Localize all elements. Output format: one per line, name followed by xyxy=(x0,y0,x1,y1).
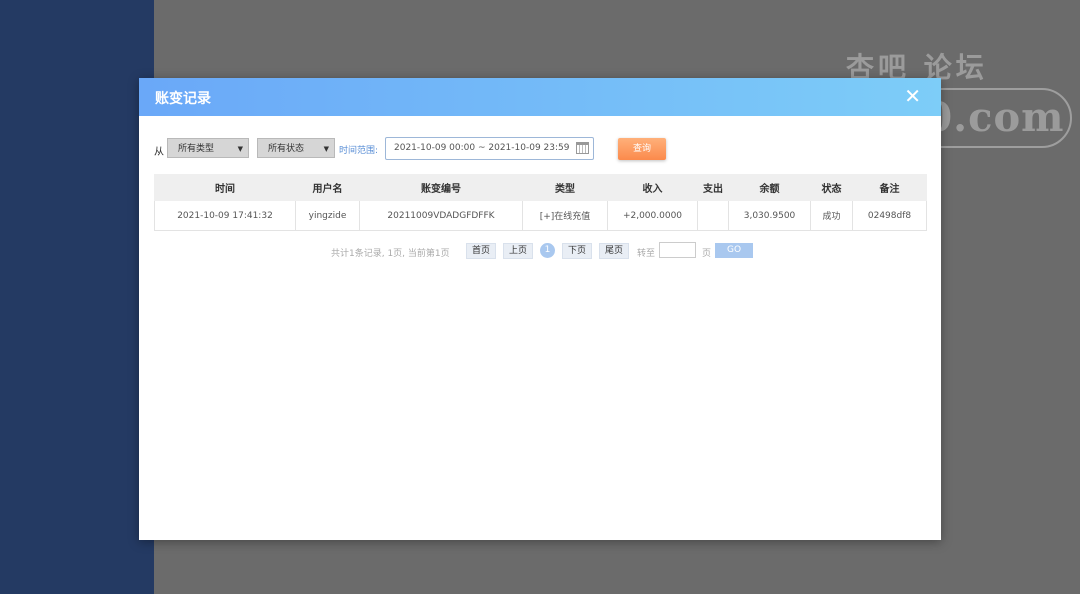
account-change-modal: 账变记录 ✕ 从 所有类型 ▼ 所有状态 ▼ 时间范围: 2021-10-09 … xyxy=(139,78,941,540)
column-header: 支出 xyxy=(697,174,729,201)
status-select-value: 所有状态 xyxy=(268,144,305,154)
records-table: 时间 用户名 账变编号 类型 收入 支出 余额 状态 备注 2021-10-09… xyxy=(154,174,927,231)
cell-balance: 3,030.9500 xyxy=(728,200,811,231)
type-select-value: 所有类型 xyxy=(178,144,215,154)
calendar-icon[interactable] xyxy=(576,142,589,154)
column-header: 时间 xyxy=(154,174,296,201)
cell-username: yingzide xyxy=(295,200,360,231)
column-header: 状态 xyxy=(810,174,853,201)
type-select[interactable]: 所有类型 ▼ xyxy=(167,138,249,158)
cell-status: 成功 xyxy=(810,200,853,231)
page-unit-label: 页 xyxy=(702,249,712,259)
last-page-button[interactable]: 尾页 xyxy=(599,243,630,259)
modal-title: 账变记录 xyxy=(155,91,211,107)
date-range-value: 2021-10-09 00:00 ~ 2021-10-09 23:59 xyxy=(394,143,570,153)
cell-type: [+]在线充值 xyxy=(522,200,608,231)
column-header: 类型 xyxy=(522,174,608,201)
cell-time: 2021-10-09 17:41:32 xyxy=(154,200,296,231)
jump-label: 转至 xyxy=(637,249,656,259)
dropdown-arrow-icon: ▼ xyxy=(237,145,243,153)
time-range-label: 时间范围: xyxy=(339,146,379,156)
background-sidebar xyxy=(0,0,154,594)
from-label: 从 xyxy=(154,147,164,158)
column-header: 账变编号 xyxy=(359,174,523,201)
column-header: 收入 xyxy=(607,174,698,201)
cell-remark: 02498df8 xyxy=(852,200,927,231)
cell-expense xyxy=(697,200,729,231)
table-header-row: 时间 用户名 账变编号 类型 收入 支出 余额 状态 备注 xyxy=(154,174,927,201)
query-button[interactable]: 查询 xyxy=(618,138,666,160)
current-page-number[interactable]: 1 xyxy=(540,243,555,258)
pagination: 共计1条记录, 1页, 当前第1页 首页 上页 1 下页 尾页 转至 页 GO xyxy=(139,242,941,260)
table-row: 2021-10-09 17:41:32 yingzide 20211009VDA… xyxy=(154,200,927,231)
modal-header: 账变记录 ✕ xyxy=(139,78,941,116)
column-header: 余额 xyxy=(728,174,811,201)
close-icon[interactable]: ✕ xyxy=(904,86,921,106)
cell-income: +2,000.0000 xyxy=(607,200,698,231)
column-header: 用户名 xyxy=(295,174,360,201)
go-button[interactable]: GO xyxy=(715,243,753,258)
prev-page-button[interactable]: 上页 xyxy=(503,243,534,259)
next-page-button[interactable]: 下页 xyxy=(562,243,593,259)
status-select[interactable]: 所有状态 ▼ xyxy=(257,138,335,158)
filter-bar: 从 所有类型 ▼ 所有状态 ▼ 时间范围: 2021-10-09 00:00 ~… xyxy=(154,137,934,160)
date-range-input[interactable]: 2021-10-09 00:00 ~ 2021-10-09 23:59 xyxy=(385,137,594,160)
cell-change-id: 20211009VDADGFDFFK xyxy=(359,200,523,231)
first-page-button[interactable]: 首页 xyxy=(466,243,497,259)
page-number-input[interactable] xyxy=(659,242,696,258)
pagination-summary: 共计1条记录, 1页, 当前第1页 xyxy=(331,249,450,259)
dropdown-arrow-icon: ▼ xyxy=(323,145,329,153)
column-header: 备注 xyxy=(852,174,927,201)
